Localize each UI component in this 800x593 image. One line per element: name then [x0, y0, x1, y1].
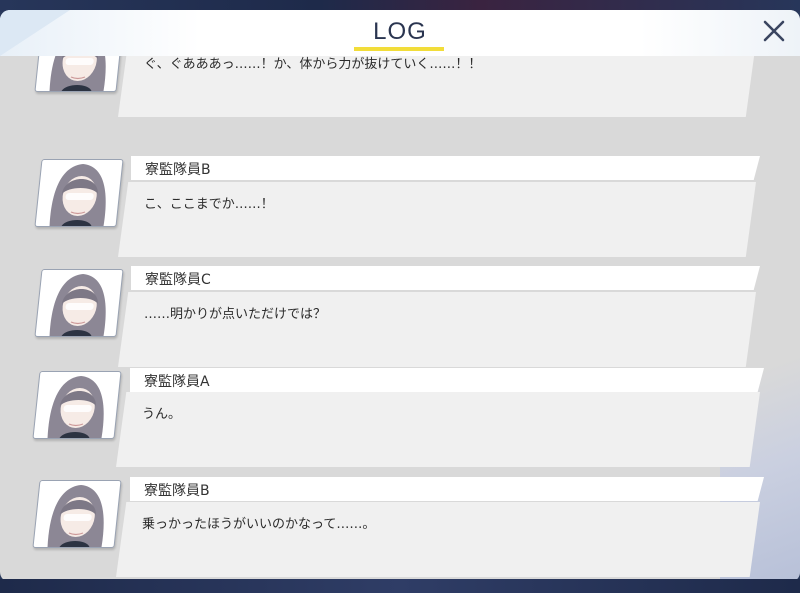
message-bubble: 乗っかったほうがいいのかなって……。 [116, 502, 760, 577]
speaker-name: 寮監隊員A [144, 374, 210, 390]
speaker-avatar [32, 480, 122, 548]
log-entry: 寮監隊員B 乗っかったほうがいいのかなって……。 [0, 477, 800, 582]
message-text: うん。 [142, 407, 182, 422]
speaker-name: 寮監隊員B [145, 162, 211, 178]
speaker-avatar [34, 56, 124, 92]
close-button[interactable] [758, 15, 790, 47]
title-underline [354, 47, 444, 51]
log-list[interactable]: ぐ、ぐあああっ……！か、体から力が抜けていく……！！ 寮監隊員B こ、ここまでか… [0, 56, 800, 582]
speaker-nameplate: 寮監隊員B [130, 477, 764, 501]
message-bubble: うん。 [116, 392, 760, 467]
message-text: ……明かりが点いただけでは？ [144, 307, 327, 322]
log-header: LOG [0, 10, 800, 56]
speaker-avatar [32, 371, 122, 439]
message-bubble: こ、ここまでか……！ [118, 182, 756, 257]
log-entry: ぐ、ぐあああっ……！か、体から力が抜けていく……！！ [0, 56, 800, 132]
speaker-avatar [34, 159, 124, 227]
speaker-nameplate: 寮監隊員B [131, 156, 760, 180]
log-title: LOG [373, 18, 427, 45]
message-text: ぐ、ぐあああっ……！か、体から力が抜けていく……！！ [144, 57, 482, 72]
message-bubble: ……明かりが点いただけでは？ [118, 292, 756, 367]
log-entry: 寮監隊員A うん。 [0, 368, 800, 476]
speaker-name: 寮監隊員B [144, 483, 210, 499]
background-bottom [0, 579, 800, 593]
speaker-nameplate: 寮監隊員A [130, 368, 764, 392]
message-bubble: ぐ、ぐあああっ……！か、体から力が抜けていく……！！ [118, 56, 756, 117]
log-entry: 寮監隊員C ……明かりが点いただけでは？ [0, 266, 800, 374]
message-text: 乗っかったほうがいいのかなって……。 [142, 517, 376, 532]
log-panel: LOG ぐ、ぐあああっ……！か、体から力が抜けていく……！！ 寮監隊員B こ、こ… [0, 10, 800, 582]
message-text: こ、ここまでか……！ [144, 197, 274, 212]
close-icon [763, 20, 785, 42]
speaker-name: 寮監隊員C [145, 272, 211, 288]
speaker-nameplate: 寮監隊員C [131, 266, 760, 290]
speaker-avatar [34, 269, 124, 337]
log-entry: 寮監隊員B こ、ここまでか……！ [0, 156, 800, 264]
